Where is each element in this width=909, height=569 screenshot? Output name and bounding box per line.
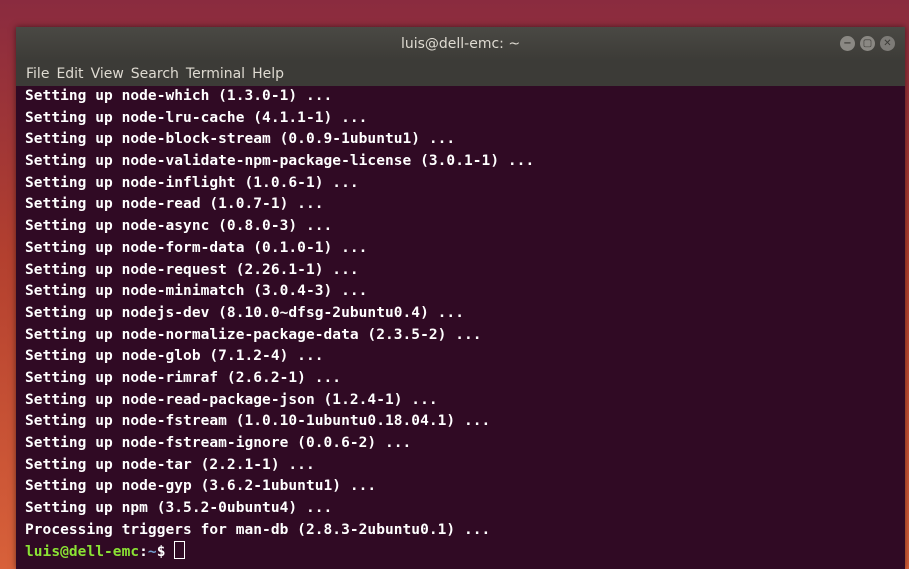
terminal-output[interactable]: Setting up node-which (1.3.0-1) ... Sett… (25, 86, 900, 569)
output-line: Setting up node-fstream (1.0.10-1ubuntu0… (25, 413, 491, 430)
output-line: Setting up node-fstream-ignore (0.0.6-2)… (25, 435, 412, 451)
maximize-button[interactable]: ▢ (860, 36, 875, 51)
output-line: Setting up node-rimraf (2.6.2-1) ... (25, 369, 342, 386)
output-line: Setting up node-normalize-package-data (… (25, 326, 482, 343)
menu-bar: File Edit View Search Terminal Help (16, 61, 905, 86)
prompt-user-host: luis@dell-emc (25, 544, 140, 561)
output-line: Setting up node-gyp (3.6.2-1ubuntu1) ... (25, 478, 377, 495)
output-line: Setting up node-tar (2.2.1-1) ... (25, 456, 315, 473)
prompt-path: ~ (147, 544, 157, 561)
output-line: Setting up node-lru-cache (4.1.1-1) ... (25, 109, 368, 126)
text-cursor (174, 541, 186, 560)
terminal-window[interactable]: luis@dell-emc: ~ − ▢ ✕ File Edit View Se… (16, 27, 905, 569)
output-line: Setting up node-request (2.26.1-1) ... (25, 261, 359, 278)
output-line: Setting up node-read-package-json (1.2.4… (25, 391, 438, 408)
window-controls: − ▢ ✕ (840, 36, 895, 52)
output-line: Setting up node-glob (7.1.2-4) ... (25, 348, 324, 365)
output-line: Setting up node-block-stream (0.0.9-1ubu… (25, 131, 456, 148)
prompt-symbol: $ (156, 544, 175, 561)
menu-terminal[interactable]: Terminal (186, 66, 245, 82)
close-button[interactable]: ✕ (880, 36, 895, 51)
title-bar[interactable]: luis@dell-emc: ~ − ▢ ✕ (16, 27, 905, 61)
menu-file[interactable]: File (26, 66, 49, 82)
window-title: luis@dell-emc: ~ (400, 36, 521, 52)
menu-edit[interactable]: Edit (56, 66, 83, 82)
output-line: Setting up node-async (0.8.0-3) ... (25, 218, 333, 235)
menu-view[interactable]: View (91, 66, 124, 82)
prompt-separator: : (139, 544, 148, 561)
menu-search[interactable]: Search (131, 66, 179, 82)
output-line: Setting up node-form-data (0.1.0-1) ... (25, 239, 368, 256)
output-line: Setting up node-minimatch (3.0.4-3) ... (25, 283, 368, 300)
output-line: Setting up node-which (1.3.0-1) ... (25, 88, 333, 104)
output-line: Setting up node-inflight (1.0.6-1) ... (25, 174, 359, 191)
prompt-line[interactable]: luis@dell-emc:~$ (25, 541, 900, 563)
output-line: Setting up nodejs-dev (8.10.0~dfsg-2ubun… (25, 304, 464, 321)
minimize-button[interactable]: − (840, 36, 855, 51)
output-line: Processing triggers for man-db (2.8.3-2u… (25, 521, 491, 538)
menu-help[interactable]: Help (252, 66, 284, 82)
output-line: Setting up node-validate-npm-package-lic… (25, 153, 535, 170)
output-line: Setting up node-read (1.0.7-1) ... (25, 196, 324, 213)
output-line: Setting up npm (3.5.2-0ubuntu4) ... (25, 500, 333, 517)
